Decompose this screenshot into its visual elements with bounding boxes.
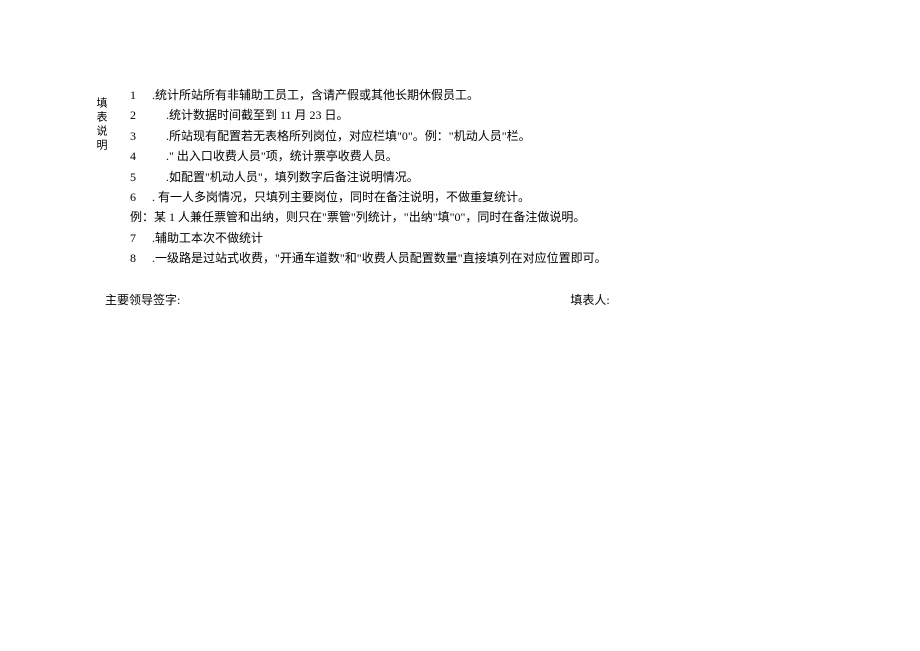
instruction-item: 8 .一级路是过站式收费，"开通车道数"和"收费人员配置数量"直接填列在对应位置… <box>130 248 820 268</box>
signature-leader-label: 主要领导签字: <box>105 291 180 308</box>
instructions-list: 1 .统计所站所有非辅助工员工，含请产假或其他长期休假员工。 2 .统计数据时间… <box>130 85 820 269</box>
instruction-item: 1 .统计所站所有非辅助工员工，含请产假或其他长期休假员工。 <box>130 85 820 105</box>
instruction-item: 7 .辅助工本次不做统计 <box>130 228 820 248</box>
instruction-text: .一级路是过站式收费，"开通车道数"和"收费人员配置数量"直接填列在对应位置即可… <box>152 248 820 268</box>
instruction-item: 2 .统计数据时间截至到 11 月 23 日。 <box>130 105 820 125</box>
instruction-text: ." 出入口收费人员"项，统计票亭收费人员。 <box>166 146 820 166</box>
instruction-item: 4 ." 出入口收费人员"项，统计票亭收费人员。 <box>130 146 820 166</box>
instruction-number: 2 <box>130 105 146 125</box>
instruction-number: 5 <box>130 167 146 187</box>
instruction-item: 6 . 有一人多岗情况，只填列主要岗位，同时在备注说明，不做重复统计。 <box>130 187 820 207</box>
instruction-number: 6 <box>130 187 146 207</box>
signature-filler-label: 填表人: <box>570 291 609 308</box>
instruction-number: 3 <box>130 126 146 146</box>
instruction-number: 4 <box>130 146 146 166</box>
instruction-item: 5 .如配置"机动人员"，填列数字后备注说明情况。 <box>130 167 820 187</box>
signatures-row: 主要领导签字: 填表人: <box>105 291 820 308</box>
instruction-number: 1 <box>130 85 146 105</box>
instruction-text: .所站现有配置若无表格所列岗位，对应栏填"0"。例："机动人员"栏。 <box>166 126 820 146</box>
instruction-number: 8 <box>130 248 146 268</box>
instruction-text: . 有一人多岗情况，只填列主要岗位，同时在备注说明，不做重复统计。 <box>152 187 820 207</box>
section-vertical-label: 填表说明 <box>95 97 106 153</box>
example-line: 例：某 1 人兼任票管和出纳，则只在"票管"列统计，"出纳"填"0"，同时在备注… <box>130 207 820 227</box>
instruction-text: .统计数据时间截至到 11 月 23 日。 <box>166 105 820 125</box>
instruction-text: .统计所站所有非辅助工员工，含请产假或其他长期休假员工。 <box>152 85 820 105</box>
instruction-text: .如配置"机动人员"，填列数字后备注说明情况。 <box>166 167 820 187</box>
instruction-item: 3 .所站现有配置若无表格所列岗位，对应栏填"0"。例："机动人员"栏。 <box>130 126 820 146</box>
instruction-text: .辅助工本次不做统计 <box>152 228 820 248</box>
instruction-number: 7 <box>130 228 146 248</box>
